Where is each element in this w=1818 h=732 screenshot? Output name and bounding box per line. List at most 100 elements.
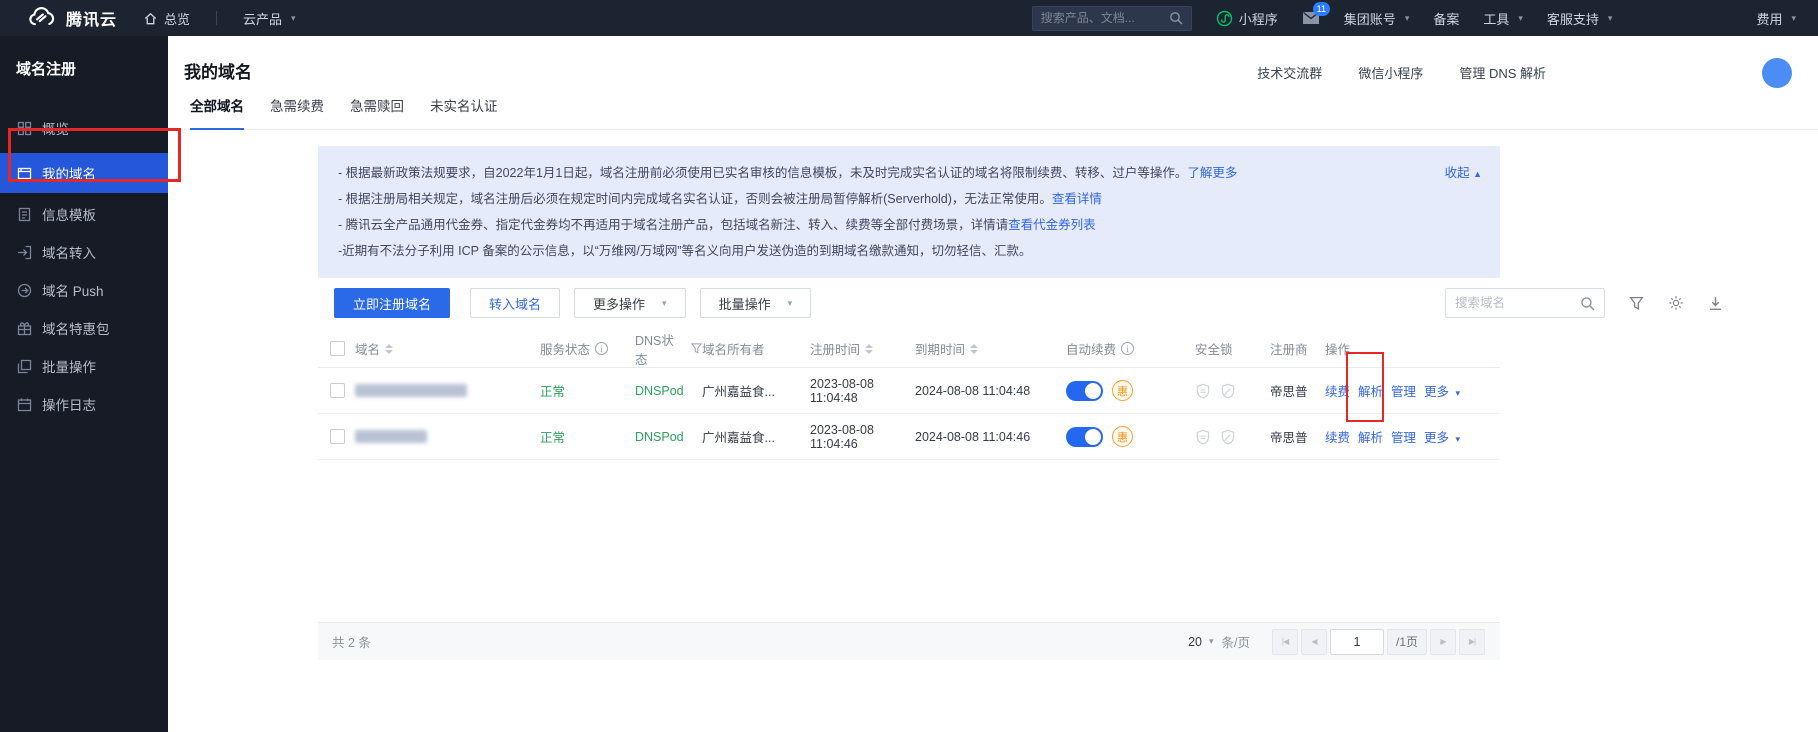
dns-status: DNSPod bbox=[635, 384, 702, 398]
column-security-lock: 安全锁 bbox=[1195, 339, 1270, 358]
promo-badge[interactable]: 惠 bbox=[1112, 380, 1133, 401]
prev-page-button[interactable]: ◀ bbox=[1301, 629, 1327, 655]
filter-icon[interactable] bbox=[1629, 296, 1644, 311]
reg-time: 2023-08-08 11:04:48 bbox=[810, 377, 915, 405]
more-actions-button[interactable]: 更多操作 ▾ bbox=[574, 288, 686, 318]
sidebar-item-info-templates[interactable]: 信息模板 bbox=[0, 195, 168, 233]
nav-billing[interactable]: 费用 ▾ bbox=[1756, 9, 1796, 28]
promo-badge[interactable]: 惠 bbox=[1112, 426, 1133, 447]
nav-cloud-products[interactable]: 云产品 ▾ bbox=[243, 9, 296, 28]
column-domain[interactable]: 域名 bbox=[355, 339, 540, 358]
sidebar-item-overview[interactable]: 概览 bbox=[0, 109, 168, 147]
sidebar-item-batch-operations[interactable]: 批量操作 bbox=[0, 347, 168, 385]
sidebar-item-label: 操作日志 bbox=[42, 394, 96, 414]
link-learn-more[interactable]: 了解更多 bbox=[1187, 166, 1237, 180]
global-search-input[interactable] bbox=[1041, 11, 1169, 25]
action-manage[interactable]: 管理 bbox=[1391, 427, 1416, 446]
filter-icon[interactable] bbox=[691, 343, 702, 354]
column-label: DNS状态 bbox=[635, 330, 686, 368]
link-wechat-mini-program[interactable]: 微信小程序 bbox=[1358, 63, 1423, 82]
search-icon[interactable] bbox=[1169, 11, 1183, 25]
nav-group-account[interactable]: 集团账号 ▾ bbox=[1344, 9, 1410, 28]
column-label: 操作 bbox=[1325, 339, 1350, 358]
batch-actions-button[interactable]: 批量操作 ▾ bbox=[700, 288, 812, 318]
mini-program-entry[interactable]: 小程序 bbox=[1216, 9, 1278, 28]
auto-renew-toggle[interactable] bbox=[1066, 381, 1103, 401]
link-tech-group[interactable]: 技术交流群 bbox=[1257, 63, 1322, 82]
nav-support[interactable]: 客服支持 ▾ bbox=[1547, 9, 1613, 28]
column-reg-time[interactable]: 注册时间 bbox=[810, 339, 915, 358]
action-resolve[interactable]: 解析 bbox=[1358, 427, 1383, 446]
domain-search-box[interactable] bbox=[1445, 288, 1605, 318]
registrar: 帝思普 bbox=[1270, 427, 1325, 446]
tab-all-domains[interactable]: 全部域名 bbox=[190, 95, 244, 130]
column-actions: 操作 bbox=[1325, 339, 1500, 358]
action-more-label: 更多 bbox=[1424, 385, 1449, 399]
search-icon[interactable] bbox=[1580, 296, 1595, 311]
sort-icon[interactable] bbox=[865, 344, 873, 354]
shield-icon bbox=[1195, 383, 1211, 399]
page-number-input[interactable] bbox=[1330, 629, 1384, 655]
nav-tools[interactable]: 工具 ▾ bbox=[1483, 9, 1523, 28]
action-renew[interactable]: 续费 bbox=[1325, 381, 1350, 400]
sidebar-item-domain-push[interactable]: 域名 Push bbox=[0, 271, 168, 309]
sort-icon[interactable] bbox=[385, 344, 393, 354]
transfer-domain-button[interactable]: 转入域名 bbox=[470, 288, 560, 318]
sidebar-item-my-domains[interactable]: 我的域名 bbox=[0, 153, 168, 193]
collapse-banner-link[interactable]: 收起 ▲ bbox=[1445, 160, 1482, 187]
page-title: 我的域名 bbox=[184, 58, 252, 83]
select-all-checkbox[interactable] bbox=[330, 341, 345, 356]
download-icon[interactable] bbox=[1708, 296, 1723, 311]
header-links: 技术交流群 微信小程序 管理 DNS 解析 bbox=[1257, 63, 1546, 82]
nav-icp[interactable]: 备案 bbox=[1433, 9, 1459, 28]
messages-button[interactable]: 11 bbox=[1302, 11, 1320, 25]
registrar: 帝思普 bbox=[1270, 381, 1325, 400]
main-area: 我的域名 技术交流群 微信小程序 管理 DNS 解析 全部域名 急需续费 急需赎… bbox=[168, 36, 1818, 732]
floating-help-button[interactable] bbox=[1762, 58, 1792, 88]
global-search-box[interactable] bbox=[1032, 6, 1192, 31]
action-more[interactable]: 更多 ▾ bbox=[1424, 381, 1460, 400]
nav-overview[interactable]: 总览 bbox=[143, 9, 190, 28]
info-icon[interactable]: i bbox=[595, 342, 608, 355]
domain-search-input[interactable] bbox=[1455, 296, 1580, 310]
service-status: 正常 bbox=[540, 381, 635, 400]
tools-label: 工具 bbox=[1483, 9, 1509, 28]
security-lock-icons bbox=[1195, 429, 1236, 445]
auto-renew-toggle[interactable] bbox=[1066, 427, 1103, 447]
action-resolve[interactable]: 解析 bbox=[1358, 381, 1383, 400]
link-voucher-list[interactable]: 查看代金券列表 bbox=[1008, 218, 1096, 232]
last-page-button[interactable]: ▶| bbox=[1459, 629, 1485, 655]
info-icon[interactable]: i bbox=[1121, 342, 1134, 355]
chevron-down-icon: ▾ bbox=[662, 298, 667, 309]
column-expire-time[interactable]: 到期时间 bbox=[915, 339, 1066, 358]
page-size-select[interactable]: 20 ▾ bbox=[1188, 635, 1213, 649]
tab-renew-urgent[interactable]: 急需续费 bbox=[270, 95, 324, 130]
domain-redacted bbox=[355, 430, 427, 443]
tab-redeem-urgent[interactable]: 急需赎回 bbox=[350, 95, 404, 130]
chevron-down-icon: ▾ bbox=[788, 298, 793, 309]
column-service-status: 服务状态 i bbox=[540, 339, 635, 358]
row-checkbox[interactable] bbox=[330, 383, 345, 398]
chevron-down-icon: ▾ bbox=[1456, 434, 1461, 444]
home-icon bbox=[143, 11, 158, 26]
gear-icon[interactable] bbox=[1668, 295, 1684, 311]
action-renew[interactable]: 续费 bbox=[1325, 427, 1350, 446]
sidebar-item-operation-logs[interactable]: 操作日志 bbox=[0, 385, 168, 423]
tencent-cloud-logo[interactable]: 腾讯云 bbox=[26, 6, 117, 30]
link-manage-dns[interactable]: 管理 DNS 解析 bbox=[1459, 63, 1546, 82]
next-page-button[interactable]: ▶ bbox=[1430, 629, 1456, 655]
row-checkbox[interactable] bbox=[330, 429, 345, 444]
action-more[interactable]: 更多 ▾ bbox=[1424, 427, 1460, 446]
first-page-button[interactable]: |◀ bbox=[1272, 629, 1298, 655]
sidebar-item-domain-transfer-in[interactable]: 域名转入 bbox=[0, 233, 168, 271]
action-manage[interactable]: 管理 bbox=[1391, 381, 1416, 400]
page-header: 我的域名 技术交流群 微信小程序 管理 DNS 解析 全部域名 急需续费 急需赎… bbox=[168, 36, 1818, 130]
dns-status: DNSPod bbox=[635, 430, 702, 444]
cloud-logo-icon bbox=[26, 7, 58, 29]
sort-icon[interactable] bbox=[970, 344, 978, 354]
link-view-details[interactable]: 查看详情 bbox=[1052, 192, 1102, 206]
column-dns-status: DNS状态 bbox=[635, 330, 702, 368]
tab-not-verified[interactable]: 未实名认证 bbox=[430, 95, 498, 130]
register-domain-button[interactable]: 立即注册域名 bbox=[334, 288, 450, 318]
sidebar-item-domain-deals[interactable]: 域名特惠包 bbox=[0, 309, 168, 347]
